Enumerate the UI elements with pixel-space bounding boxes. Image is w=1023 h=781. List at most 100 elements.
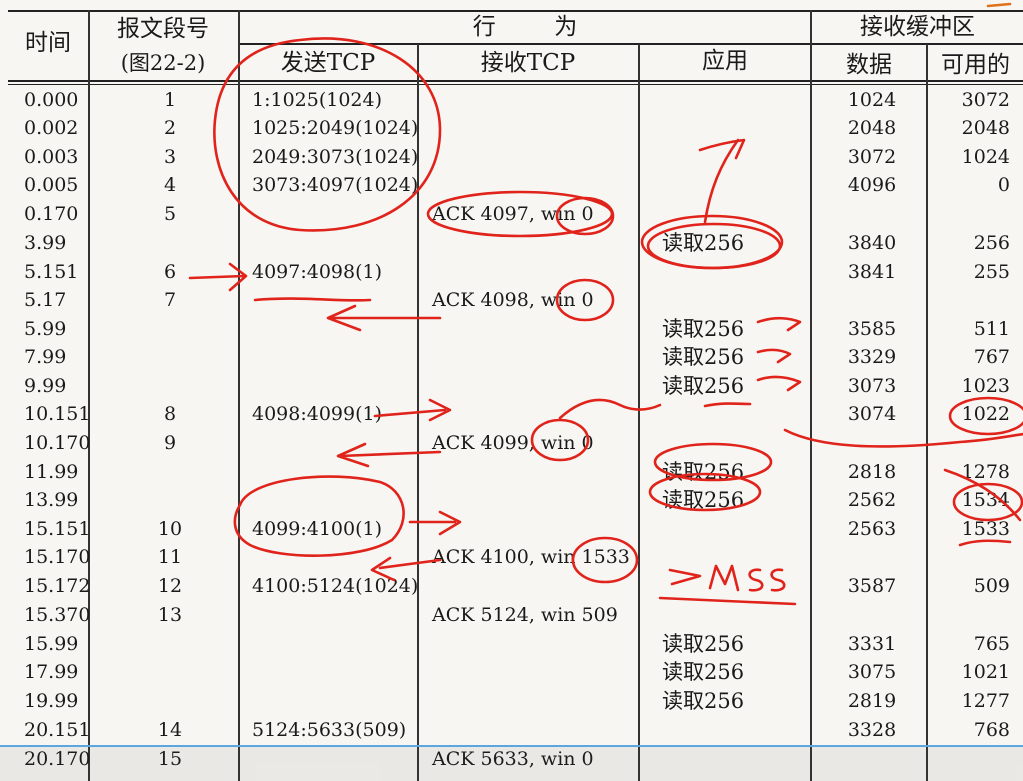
arrow-read-1: [756, 316, 802, 332]
time-cell: 5.99: [24, 318, 67, 340]
buffer-data-cell: 3075: [847, 661, 897, 683]
app-cell: 读取256: [662, 488, 745, 512]
buffer-available-cell: 1021: [961, 661, 1010, 683]
buffer-available-cell: 1023: [961, 375, 1010, 397]
mss-greater: [668, 568, 702, 586]
document-page: 时间 报文段号 (图22-2) 行 为 发送TCP 接收TCP 应用 接收缓冲区…: [0, 0, 1023, 781]
header-recv-buffer: 接收缓冲区: [860, 14, 975, 40]
app-cell: 读取256: [662, 317, 745, 341]
time-cell: 15.172: [24, 575, 91, 597]
time-cell: 5.17: [24, 289, 67, 311]
mss-s2: [770, 568, 786, 592]
segment-cell: 11: [157, 546, 183, 568]
segment-cell: 6: [163, 261, 177, 283]
time-cell: 11.99: [24, 461, 79, 483]
col-divider-5: [810, 10, 812, 781]
buffer-data-cell: 2819: [847, 690, 897, 712]
time-cell: 13.99: [24, 489, 79, 511]
segment-cell: 8: [163, 403, 177, 425]
time-cell: 0.002: [24, 117, 79, 139]
segment-cell: 13: [157, 604, 183, 626]
buffer-data-cell: 3074: [847, 403, 897, 425]
send-tcp-cell: 5124:5633(509): [252, 719, 407, 741]
time-cell: 3.99: [24, 232, 67, 254]
buffer-available-cell: 1533: [961, 518, 1010, 540]
arrow-up-check: [698, 138, 746, 224]
header-behavior: 行 为: [472, 14, 578, 40]
time-cell: 20.151: [24, 719, 91, 741]
header-recv-tcp: 接收TCP: [480, 50, 576, 76]
header-time: 时间: [25, 30, 71, 56]
behavior-underline: [238, 43, 811, 45]
buffer-available-cell: 767: [973, 346, 1010, 368]
top-rule: [8, 10, 1023, 12]
recv-tcp-cell: ACK 4097, win 0: [432, 203, 594, 225]
buffer-available-cell: 1278: [961, 461, 1010, 483]
time-cell: 5.151: [24, 261, 79, 283]
header-bottom-rule-2: [8, 84, 1023, 85]
mss-s1: [748, 568, 764, 592]
header-segment: 报文段号: [117, 16, 209, 42]
buffer-available-cell: 1022: [961, 403, 1010, 425]
send-tcp-cell: 4098:4099(1): [252, 403, 383, 425]
buffer-data-cell: 3329: [847, 346, 897, 368]
buffer-data-cell: 3587: [847, 575, 897, 597]
arrow-back-9: [336, 442, 442, 468]
buffer-available-cell: 255: [973, 261, 1010, 283]
buffer-available-cell: 765: [973, 633, 1010, 655]
segment-cell: 14: [157, 719, 183, 741]
send-tcp-cell: 1025:2049(1024): [252, 117, 419, 139]
time-cell: 15.370: [24, 604, 91, 626]
time-cell: 17.99: [24, 661, 79, 683]
buffer-data-cell: 3841: [847, 261, 897, 283]
header-send-tcp: 发送TCP: [280, 50, 376, 76]
time-cell: 15.151: [24, 518, 91, 540]
send-tcp-cell: 1:1025(1024): [252, 89, 383, 111]
segment-cell: 9: [163, 432, 177, 454]
buffer-data-cell: 3328: [847, 719, 897, 741]
header-data: 数据: [846, 52, 892, 78]
buffer-underline: [810, 43, 1023, 45]
arrow-back-7: [326, 304, 442, 332]
send-tcp-cell: 4100:5124(1024): [252, 575, 419, 597]
scribble-mss: [558, 398, 662, 420]
time-cell: 0.170: [24, 203, 79, 225]
underline-seg7: [253, 297, 372, 302]
mss-m: [708, 564, 740, 592]
segment-cell: 5: [163, 203, 177, 225]
time-cell: 15.170: [24, 546, 91, 568]
time-cell: 19.99: [24, 690, 79, 712]
app-cell: 读取256: [662, 374, 745, 398]
time-cell: 15.99: [24, 633, 79, 655]
send-tcp-cell: 4099:4100(1): [252, 518, 383, 540]
curve-1022: [783, 428, 1023, 448]
time-cell: 0.003: [24, 146, 79, 168]
segment-cell: 12: [157, 575, 183, 597]
time-cell: 10.170: [24, 432, 91, 454]
buffer-available-cell: 509: [973, 575, 1010, 597]
time-cell: 9.99: [24, 375, 67, 397]
segment-cell: 1: [163, 89, 177, 111]
video-controls-shade: [0, 747, 1023, 781]
segment-cell: 7: [163, 289, 177, 311]
recv-tcp-cell: ACK 4100, win 1533: [432, 546, 630, 568]
time-cell: 7.99: [24, 346, 67, 368]
buffer-data-cell: 3072: [847, 146, 897, 168]
buffer-available-cell: 256: [973, 232, 1010, 254]
buffer-available-cell: 1024: [961, 146, 1010, 168]
buffer-data-cell: 2818: [847, 461, 897, 483]
arrow-read-2: [756, 348, 792, 364]
time-cell: 10.151: [24, 403, 91, 425]
time-cell: 0.005: [24, 174, 79, 196]
app-cell: 读取256: [662, 345, 745, 369]
segment-cell: 2: [163, 117, 177, 139]
app-cell: 读取256: [662, 231, 745, 255]
recv-tcp-cell: ACK 4098, win 0: [432, 289, 594, 311]
header-bottom-rule: [8, 80, 1023, 82]
buffer-data-cell: 4096: [847, 174, 897, 196]
header-app: 应用: [702, 48, 748, 74]
buffer-data-cell: 2562: [847, 489, 897, 511]
send-tcp-cell: 2049:3073(1024): [252, 146, 419, 168]
buffer-available-cell: 511: [973, 318, 1010, 340]
header-available: 可用的: [941, 52, 1010, 78]
